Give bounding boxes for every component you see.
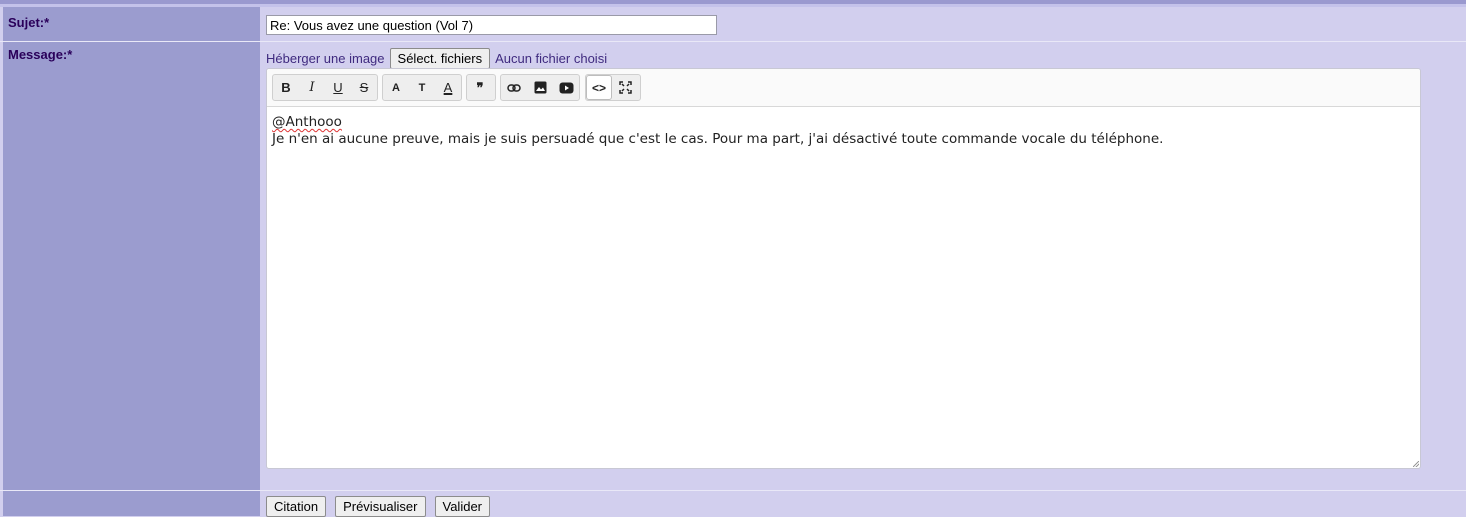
- resize-handle-icon[interactable]: [1413, 461, 1419, 467]
- message-editor: B I U S A T A ❞ <> @Anthooo Je n'en ai a…: [266, 68, 1421, 469]
- link-icon[interactable]: [501, 75, 527, 100]
- editor-content[interactable]: @Anthooo Je n'en ai aucune preuve, mais …: [272, 114, 1412, 148]
- quote-button[interactable]: Citation: [266, 496, 327, 517]
- text-size-icon[interactable]: T: [409, 75, 435, 100]
- underline-icon[interactable]: U: [325, 75, 351, 100]
- toolbar-group-view: <>: [585, 74, 641, 101]
- font-icon[interactable]: A: [383, 75, 409, 100]
- italic-icon[interactable]: I: [299, 75, 325, 100]
- file-status: Aucun fichier choisi: [495, 50, 608, 66]
- preview-button[interactable]: Prévisualiser: [335, 496, 426, 517]
- select-files-button[interactable]: Sélect. fichiers: [389, 47, 491, 69]
- source-code-icon[interactable]: <>: [586, 75, 612, 100]
- editor-toolbar: B I U S A T A ❞ <>: [267, 69, 1420, 107]
- toolbar-group-font: A T A: [382, 74, 462, 101]
- row-separator: [0, 490, 1466, 491]
- image-icon[interactable]: [527, 75, 553, 100]
- text-color-icon[interactable]: A: [435, 75, 461, 100]
- label-column: [3, 7, 260, 516]
- bold-icon[interactable]: B: [273, 75, 299, 100]
- upload-label: Héberger une image: [266, 50, 385, 66]
- image-upload-row: Héberger une image Sélect. fichiers Aucu…: [266, 47, 607, 69]
- toolbar-group-media: [500, 74, 580, 101]
- row-separator: [0, 41, 1466, 42]
- toolbar-group-format: B I U S: [272, 74, 378, 101]
- form-actions: Citation Prévisualiser Valider: [266, 496, 499, 517]
- mention: @Anthooo: [272, 114, 342, 130]
- subject-label: Sujet:*: [8, 15, 50, 30]
- message-label: Message:*: [8, 47, 73, 62]
- toolbar-group-quote: ❞: [466, 74, 496, 101]
- subject-input[interactable]: [266, 15, 717, 35]
- strikethrough-icon[interactable]: S: [351, 75, 377, 100]
- video-icon[interactable]: [553, 75, 579, 100]
- submit-button[interactable]: Valider: [434, 496, 491, 517]
- message-body: Je n'en ai aucune preuve, mais je suis p…: [272, 131, 1164, 147]
- fullscreen-icon[interactable]: [612, 75, 638, 100]
- quote-icon[interactable]: ❞: [467, 75, 493, 100]
